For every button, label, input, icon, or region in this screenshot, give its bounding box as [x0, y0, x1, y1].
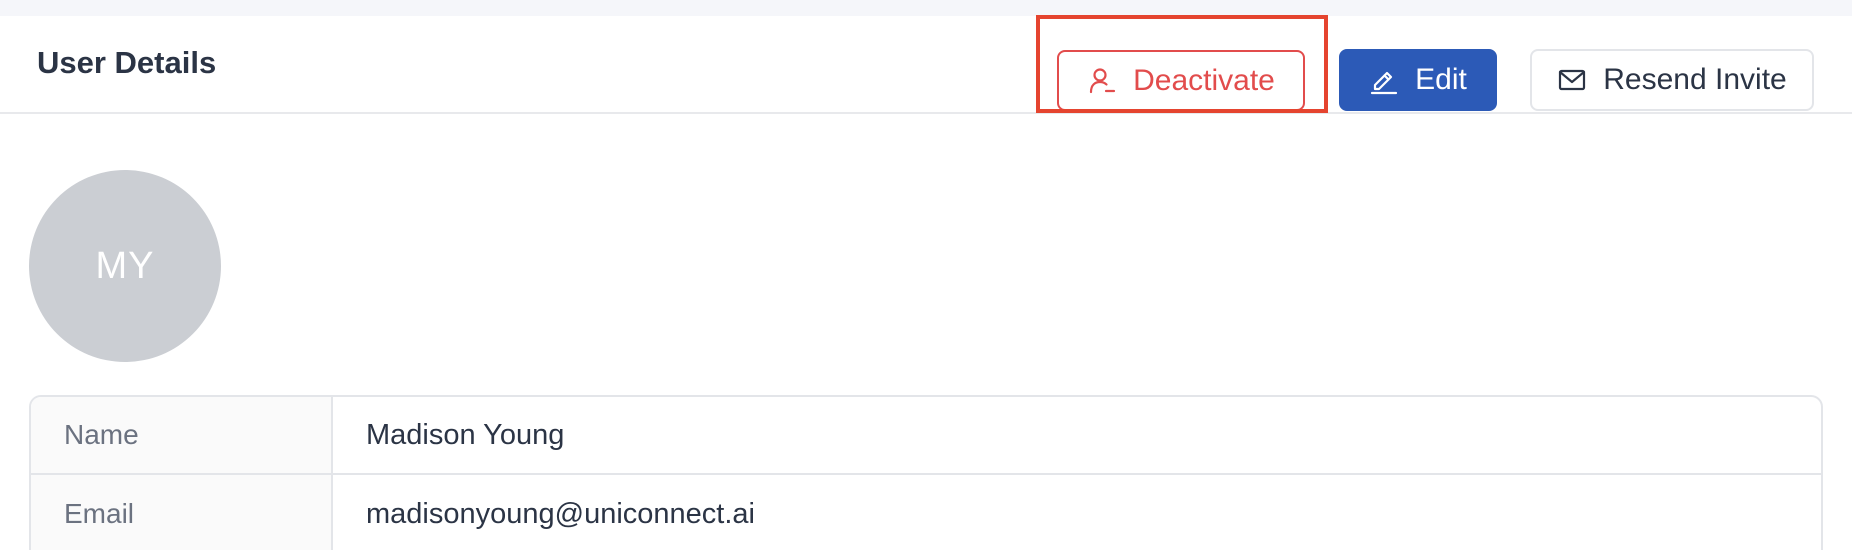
table-row: Email madisonyoung@uniconnect.ai: [31, 475, 1821, 550]
field-label: Name: [31, 397, 333, 473]
edit-button[interactable]: Edit: [1339, 49, 1497, 111]
pencil-icon: [1369, 65, 1399, 95]
deactivate-button[interactable]: Deactivate: [1057, 50, 1305, 111]
field-value: madisonyoung@uniconnect.ai: [366, 497, 755, 530]
resend-invite-button[interactable]: Resend Invite: [1530, 49, 1814, 111]
mail-icon: [1557, 65, 1587, 95]
edit-button-label: Edit: [1415, 63, 1467, 96]
page-title: User Details: [37, 45, 217, 80]
field-label: Email: [31, 475, 333, 550]
avatar: MY: [29, 170, 221, 362]
avatar-initials: MY: [95, 244, 155, 287]
user-minus-icon: [1087, 66, 1117, 96]
resend-invite-button-label: Resend Invite: [1603, 63, 1787, 96]
page-header: User Details Deactivate Edit Resend Invi…: [0, 16, 1852, 114]
user-details-table: Name Madison Young Email madisonyoung@un…: [29, 395, 1823, 550]
table-row: Name Madison Young: [31, 397, 1821, 475]
deactivate-button-label: Deactivate: [1133, 63, 1275, 97]
top-strip: [0, 0, 1852, 16]
field-value: Madison Young: [366, 418, 565, 451]
